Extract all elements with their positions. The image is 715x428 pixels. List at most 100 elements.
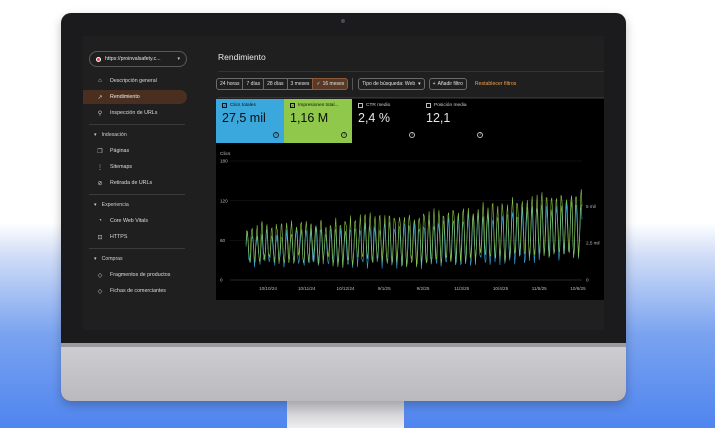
sidebar-item-product-snippets[interactable]: ◇ Fragmentos de productos (83, 268, 187, 282)
collapse-icon: ▾ (94, 202, 97, 208)
monitor-stand (287, 401, 404, 428)
metric-card-ctr[interactable]: CTR medio 2,4 % ? (352, 99, 420, 143)
sidebar: https://proinvalsafety.c... ▾ ⌂ Descripc… (83, 36, 191, 330)
divider (218, 71, 604, 72)
help-icon[interactable]: ? (409, 132, 415, 138)
checkbox-icon (426, 103, 431, 108)
range-28d[interactable]: 28 días (263, 78, 288, 90)
right-axis-tick: 5 mil (586, 204, 596, 209)
metric-value: 27,5 mil (222, 111, 266, 125)
chevron-down-icon: ▾ (177, 56, 180, 62)
x-axis-tick: 10/10/24 (259, 286, 277, 291)
sidebar-item-pages[interactable]: ❐ Páginas (83, 144, 187, 158)
divider (89, 194, 185, 195)
metric-label: CTR medio (366, 103, 391, 108)
right-axis-tick: 0 (586, 278, 589, 283)
section-title: Experiencia (101, 202, 129, 208)
x-axis-tick: 11/3/25 (454, 286, 469, 291)
left-axis-tick: 60 (220, 238, 226, 243)
sidebar-item-label: Rendimiento (110, 94, 140, 100)
sidebar-item-label: Inspección de URLs (110, 110, 158, 116)
divider (352, 78, 354, 90)
performance-chart: Clics 180 120 60 0 5 mil 2,5 mil 0 10/10/24 10/1… (220, 151, 600, 291)
add-filter-button[interactable]: + Añadir filtro (428, 78, 467, 90)
performance-panel: ✓ Clics totales 27,5 mil ? ✓ Impresiones t… (216, 99, 604, 300)
x-axis-tick: 10/6/25 (570, 286, 586, 291)
property-url: https://proinvalsafety.c... (105, 56, 161, 62)
site-favicon-icon (96, 56, 101, 62)
sidebar-item-core-web-vitals[interactable]: ◔ Core Web Vitals (83, 214, 187, 228)
x-axis-tick: 9/2/25 (417, 286, 430, 291)
metric-value: 1,16 M (290, 111, 329, 125)
sidebar-item-https[interactable]: ⊡ HTTPS (83, 230, 187, 244)
diamond-icon: ◇ (97, 272, 103, 279)
range-3m[interactable]: 3 meses (286, 78, 314, 90)
checkbox-checked-icon: ✓ (290, 103, 295, 108)
help-icon[interactable]: ? (341, 132, 347, 138)
metric-card-position[interactable]: Posición media 12,1 ? (420, 99, 488, 143)
help-icon[interactable]: ? (477, 132, 483, 138)
sidebar-item-url-inspection[interactable]: ⚲ Inspección de URLs (83, 106, 187, 120)
x-axis-tick: 9/1/25 (378, 286, 391, 291)
search-icon: ⚲ (97, 110, 103, 117)
metric-card-clicks[interactable]: ✓ Clics totales 27,5 mil ? (216, 99, 284, 143)
sidebar-item-label: Retirada de URLs (110, 180, 153, 186)
trending-up-icon: ↗ (97, 94, 103, 101)
filter-bar: 24 horas 7 días 28 días 3 meses ✓ 16 mes… (216, 78, 516, 90)
reset-filters-link[interactable]: Restablecer filtros (475, 81, 517, 87)
section-indexing[interactable]: ▾ Indexación (83, 129, 187, 141)
chevron-down-icon: ▾ (418, 81, 421, 87)
property-selector[interactable]: https://proinvalsafety.c... ▾ (89, 51, 187, 67)
sidebar-item-merchant-listings[interactable]: ◇ Fichas de comerciantes (83, 284, 187, 298)
lock-icon: ⊡ (97, 234, 103, 241)
metric-value: 12,1 (426, 111, 451, 125)
left-axis-tick: 120 (220, 198, 228, 203)
page-title: Rendimiento (218, 52, 266, 62)
main-content: Rendimiento 24 horas 7 días 28 días 3 me… (191, 36, 604, 330)
sidebar-item-label: Sitemaps (110, 164, 133, 170)
left-axis-tick: 0 (220, 278, 223, 283)
left-axis-title: Clics (220, 151, 231, 157)
collapse-icon: ▾ (94, 132, 97, 138)
sidebar-item-label: Fichas de comerciantes (110, 288, 166, 294)
metric-value: 2,4 % (358, 111, 390, 125)
screen-bottom-edge (61, 343, 626, 347)
checkbox-checked-icon: ✓ (222, 103, 227, 108)
sidebar-item-performance[interactable]: ↗ Rendimiento (83, 90, 187, 104)
metric-label: Posición media (434, 103, 467, 108)
divider (89, 124, 185, 125)
screen: https://proinvalsafety.c... ▾ ⌂ Descripc… (83, 36, 604, 330)
range-7d[interactable]: 7 días (242, 78, 265, 90)
sidebar-item-label: HTTPS (110, 234, 128, 240)
sidebar-item-overview[interactable]: ⌂ Descripción general (83, 74, 187, 88)
section-title: Compras (101, 256, 123, 262)
search-type-dropdown[interactable]: Tipo de búsqueda: Web ▾ (358, 78, 425, 90)
metric-card-impressions[interactable]: ✓ Impresiones total... 1,16 M ? (284, 99, 352, 143)
section-shopping[interactable]: ▾ Compras (83, 253, 187, 265)
diamond-icon: ◇ (97, 288, 103, 295)
sidebar-item-removals[interactable]: ⊘ Retirada de URLs (83, 176, 187, 190)
sidebar-item-sitemaps[interactable]: ⋮ Sitemaps (83, 160, 187, 174)
metric-label: Clics totales (230, 103, 256, 108)
left-axis-tick: 180 (220, 159, 228, 164)
sidebar-item-label: Core Web Vitals (110, 218, 149, 224)
range-24h[interactable]: 24 horas (216, 78, 244, 90)
sidebar-item-label: Descripción general (110, 78, 157, 84)
x-axis-tick: 11/5/25 (532, 286, 547, 291)
home-icon: ⌂ (98, 78, 102, 84)
checkbox-icon (358, 103, 363, 108)
section-experience[interactable]: ▾ Experiencia (83, 199, 187, 211)
sidebar-item-label: Fragmentos de productos (110, 272, 171, 278)
sitemap-icon: ⋮ (97, 164, 103, 171)
range-label: 16 meses (322, 81, 345, 87)
camera-dot (341, 19, 345, 23)
plus-icon: + (432, 81, 436, 87)
range-16m[interactable]: ✓ 16 meses (312, 78, 349, 90)
sidebar-item-label: Páginas (110, 148, 130, 154)
section-title: Indexación (101, 132, 127, 138)
help-icon[interactable]: ? (273, 132, 279, 138)
x-axis-tick: 10/11/24 (298, 286, 316, 291)
hide-icon: ⊘ (97, 180, 103, 187)
x-axis-tick: 10/4/25 (493, 286, 509, 291)
collapse-icon: ▾ (94, 256, 97, 262)
